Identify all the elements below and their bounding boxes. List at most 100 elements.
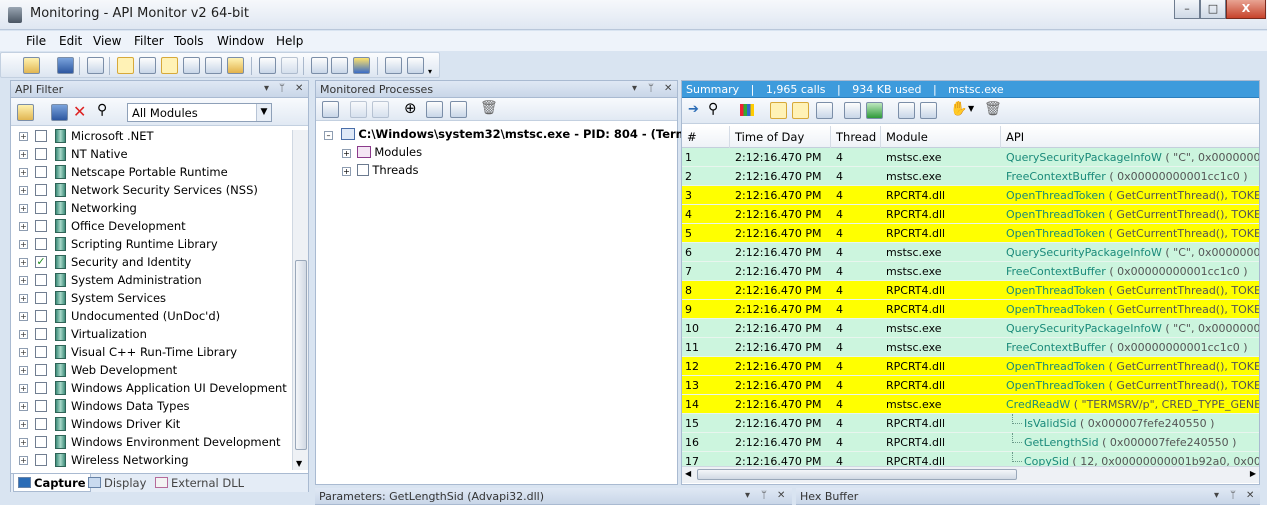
- menu-file[interactable]: File: [26, 34, 46, 48]
- panel-close-icon[interactable]: ✕: [777, 490, 785, 501]
- save-icon[interactable]: [57, 57, 74, 74]
- table-row[interactable]: 7 2:12:16.470 PM 4 mstsc.exe FreeContextBuff…: [682, 262, 1259, 281]
- table-row[interactable]: 9 2:12:16.470 PM 4 RPCRT4.dll OpenThreadToke…: [682, 300, 1259, 319]
- category-item[interactable]: + Virtualization: [11, 325, 292, 343]
- table-row[interactable]: 2 2:12:16.470 PM 4 mstsc.exe FreeContextBuff…: [682, 167, 1259, 186]
- expand-icon[interactable]: +: [19, 330, 28, 339]
- category-item[interactable]: + System Administration: [11, 271, 292, 289]
- table-icon[interactable]: [844, 102, 861, 119]
- panel-close-icon[interactable]: ✕: [1246, 490, 1254, 501]
- download-icon[interactable]: [866, 102, 883, 119]
- shield-icon[interactable]: [353, 57, 370, 74]
- table-row[interactable]: 11 2:12:16.470 PM 4 mstsc.exe FreeContextBuf…: [682, 338, 1259, 357]
- expand-icon[interactable]: +: [19, 168, 28, 177]
- table-row[interactable]: 3 2:12:16.470 PM 4 RPCRT4.dll OpenThreadToke…: [682, 186, 1259, 205]
- panel-menu-icon[interactable]: ▾: [1214, 490, 1219, 501]
- pin-icon[interactable]: ᛘ: [279, 83, 285, 94]
- category-checkbox[interactable]: [35, 292, 47, 304]
- tree-item-modules[interactable]: + Modules: [342, 145, 422, 159]
- menu-view[interactable]: View: [93, 34, 121, 48]
- horizontal-scrollbar[interactable]: ◀ ▶: [682, 466, 1259, 483]
- copy-icon[interactable]: [87, 57, 104, 74]
- category-checkbox[interactable]: [35, 436, 47, 448]
- chevron-down-icon[interactable]: ▼: [256, 104, 271, 121]
- table-row[interactable]: 13 2:12:16.470 PM 4 RPCRT4.dll OpenThreadTok…: [682, 376, 1259, 395]
- open-folder-icon[interactable]: [17, 104, 34, 121]
- expand-icon[interactable]: +: [19, 366, 28, 375]
- table-row[interactable]: 8 2:12:16.470 PM 4 RPCRT4.dll OpenThreadToke…: [682, 281, 1259, 300]
- expand-icon[interactable]: +: [342, 149, 351, 158]
- save-icon[interactable]: [51, 104, 68, 121]
- close-button[interactable]: X: [1226, 0, 1266, 19]
- category-item[interactable]: + Microsoft .NET: [11, 127, 292, 145]
- expand-icon[interactable]: +: [19, 186, 28, 195]
- category-item[interactable]: + Windows Driver Kit: [11, 415, 292, 433]
- expand-icon[interactable]: +: [19, 150, 28, 159]
- category-item[interactable]: + Visual C++ Run-Time Library: [11, 343, 292, 361]
- pin-icon[interactable]: ᛘ: [648, 83, 654, 94]
- collapse-icon[interactable]: –: [324, 131, 333, 140]
- category-checkbox[interactable]: [35, 274, 47, 286]
- console-icon[interactable]: [816, 102, 833, 119]
- tools-icon[interactable]: [331, 57, 348, 74]
- layout-icon[interactable]: [161, 57, 178, 74]
- table-row[interactable]: 5 2:12:16.470 PM 4 RPCRT4.dll OpenThreadToke…: [682, 224, 1259, 243]
- window-alt-icon[interactable]: [205, 57, 222, 74]
- table-row[interactable]: 6 2:12:16.470 PM 4 mstsc.exe QuerySecurityPa…: [682, 243, 1259, 262]
- crosshair-icon[interactable]: ⊕: [404, 99, 417, 117]
- menu-filter[interactable]: Filter: [134, 34, 164, 48]
- table-row[interactable]: 15 2:12:16.470 PM 4 RPCRT4.dll IsValidSid ( …: [682, 414, 1259, 433]
- expand-icon[interactable]: +: [19, 132, 28, 141]
- help-icon[interactable]: [407, 57, 424, 74]
- menu-tools[interactable]: Tools: [174, 34, 204, 48]
- process-icon[interactable]: [426, 101, 443, 118]
- category-item[interactable]: + Scripting Runtime Library: [11, 235, 292, 253]
- expand-icon[interactable]: +: [19, 240, 28, 249]
- menu-window[interactable]: Window: [217, 34, 264, 48]
- category-checkbox[interactable]: [35, 328, 47, 340]
- scroll-left-icon[interactable]: ◀: [685, 469, 691, 478]
- book-icon[interactable]: [385, 57, 402, 74]
- category-checkbox[interactable]: [35, 364, 47, 376]
- table-row[interactable]: 1 2:12:16.470 PM 4 mstsc.exe QuerySecurityPa…: [682, 148, 1259, 167]
- service-icon[interactable]: [450, 101, 467, 118]
- pin-icon[interactable]: ᛘ: [761, 490, 767, 501]
- category-checkbox[interactable]: [35, 220, 47, 232]
- category-checkbox[interactable]: [35, 166, 47, 178]
- expand-icon[interactable]: +: [19, 294, 28, 303]
- column-header-time[interactable]: Time of Day: [730, 126, 831, 148]
- category-checkbox[interactable]: [35, 400, 47, 412]
- expand-icon[interactable]: +: [19, 348, 28, 357]
- expand-icon[interactable]: +: [19, 438, 28, 447]
- panel-menu-icon[interactable]: ▾: [745, 490, 750, 501]
- attach-icon[interactable]: [322, 101, 339, 118]
- category-checkbox[interactable]: ✓: [35, 256, 47, 268]
- detach-icon[interactable]: [350, 101, 367, 118]
- category-item[interactable]: + Windows Data Types: [11, 397, 292, 415]
- toolbar-overflow-icon[interactable]: ▾: [428, 67, 432, 76]
- column-header-number[interactable]: #: [682, 126, 730, 148]
- category-checkbox[interactable]: [35, 418, 47, 430]
- category-item[interactable]: + Windows Environment Development: [11, 433, 292, 451]
- panel-close-icon[interactable]: ✕: [664, 83, 672, 94]
- category-checkbox[interactable]: [35, 346, 47, 358]
- expand-icon[interactable]: +: [19, 420, 28, 429]
- category-item[interactable]: + System Services: [11, 289, 292, 307]
- category-item[interactable]: + Windows Application UI Development: [11, 379, 292, 397]
- expand-icon[interactable]: +: [19, 222, 28, 231]
- expand-icon[interactable]: +: [342, 167, 351, 176]
- category-checkbox[interactable]: [35, 184, 47, 196]
- scrollbar[interactable]: ▼: [292, 130, 308, 470]
- tree-view-icon[interactable]: [770, 102, 787, 119]
- category-item[interactable]: + Undocumented (UnDoc'd): [11, 307, 292, 325]
- column-header-api[interactable]: API: [1001, 126, 1259, 148]
- maximize-button[interactable]: □: [1200, 0, 1226, 19]
- category-checkbox[interactable]: [35, 148, 47, 160]
- expand-icon[interactable]: +: [19, 456, 28, 465]
- category-checkbox[interactable]: [35, 202, 47, 214]
- scroll-right-icon[interactable]: ▶: [1250, 469, 1256, 478]
- table-row[interactable]: 16 2:12:16.470 PM 4 RPCRT4.dll GetLengthSid …: [682, 433, 1259, 452]
- delete-icon[interactable]: ✕: [73, 102, 86, 121]
- panel-menu-icon[interactable]: ▾: [632, 83, 637, 94]
- expand-icon[interactable]: +: [19, 402, 28, 411]
